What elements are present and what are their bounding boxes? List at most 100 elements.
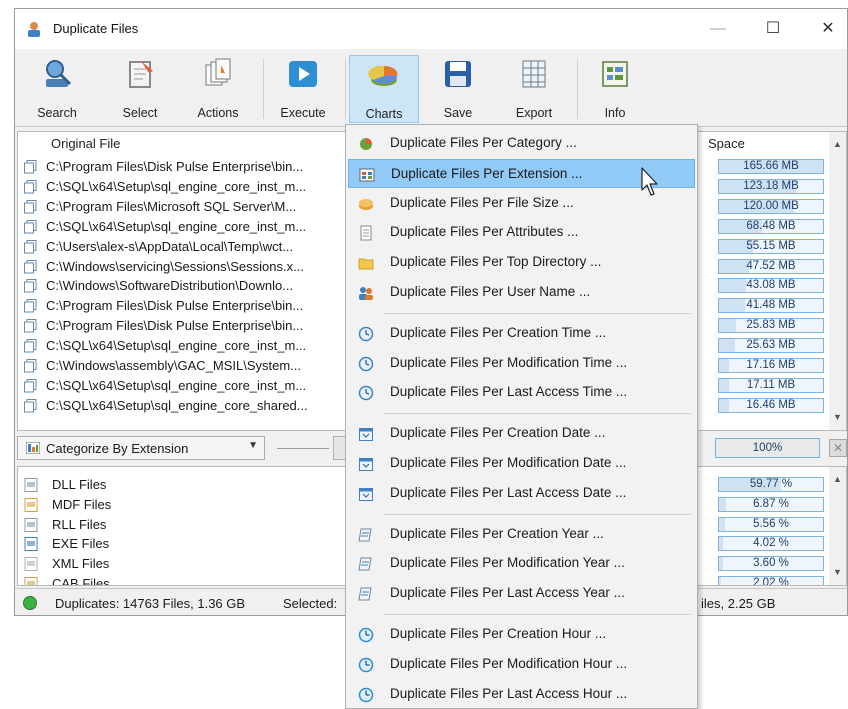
save-button[interactable]: Save [423,55,493,123]
category-name: CAB Files [52,576,110,586]
mouse-cursor-icon [641,167,658,196]
menu-item-chart-6[interactable]: Duplicate Files Per Creation Time ... [348,319,695,348]
categorize-icon [26,442,40,454]
splitter-line[interactable] [277,448,329,449]
menu-item-chart-3[interactable]: Duplicate Files Per Attributes ... [348,218,695,247]
menu-item-chart-4[interactable]: Duplicate Files Per Top Directory ... [348,248,695,277]
actions-icon [205,58,231,86]
table-row[interactable]: C:\Windows\servicing\Sessions\Sessions.x… [24,257,354,277]
menu-item-chart-14[interactable]: Duplicate Files Per Last Access Year ... [348,579,695,608]
mdf-icon [24,497,38,512]
file-path: C:\Users\alex-s\AppData\Local\Temp\wct..… [46,238,294,254]
table-row[interactable]: C:\Program Files\Microsoft SQL Server\M.… [24,197,354,217]
percent-bar: 4.02 % [718,536,824,552]
percent-bar: 6.87 % [718,496,824,512]
menu-item-chart-9[interactable]: Duplicate Files Per Creation Date ... [348,419,695,448]
categories-scrollbar[interactable]: ▲ ▼ [829,467,846,585]
column-space[interactable]: Space [708,132,745,156]
list-item[interactable]: MDF Files [24,495,324,515]
table-row[interactable]: C:\SQL\x64\Setup\sql_engine_core_inst_m.… [24,336,354,356]
menu-item-chart-17[interactable]: Duplicate Files Per Last Access Hour ... [348,680,695,708]
scroll-down-icon[interactable]: ▼ [829,409,846,426]
title-bar[interactable]: Duplicate Files — ☐ ✕ [15,9,847,49]
space-bar: 16.46 MB [718,397,824,413]
scroll-up-icon[interactable]: ▲ [829,471,846,488]
table-row[interactable]: C:\Program Files\Disk Pulse Enterprise\b… [24,296,354,316]
info-icon [602,61,628,87]
search-icon [46,60,72,87]
charts-icon [368,65,398,86]
users-icon [359,287,373,300]
close-icon[interactable]: ✕ [829,439,847,457]
execute-button[interactable]: Execute [267,55,339,123]
space-bar: 25.63 MB [718,338,824,354]
menu-item-chart-13[interactable]: Duplicate Files Per Modification Year ..… [348,549,695,578]
menu-item-chart-12[interactable]: Duplicate Files Per Creation Year ... [348,520,695,549]
space-bar: 47.52 MB [718,258,824,274]
table-row[interactable]: C:\SQL\x64\Setup\sql_engine_core_inst_m.… [24,177,354,197]
list-item[interactable]: EXE Files [24,534,324,554]
categorize-select[interactable]: Categorize By Extension ▼ [17,436,265,460]
minimize-button[interactable]: — [695,9,741,49]
calendar-icon [359,487,373,501]
column-original-file[interactable]: Original File [51,132,120,156]
menu-item-chart-16[interactable]: Duplicate Files Per Modification Hour ..… [348,650,695,679]
total-percent: 100% [752,442,783,454]
dll-icon [24,478,38,492]
menu-item-chart-0[interactable]: Duplicate Files Per Category ... [348,129,695,158]
duplicate-file-icon [24,259,37,273]
space-value: 68.48 MB [746,219,796,232]
menu-separator [384,312,691,314]
space-value: 17.16 MB [746,359,796,371]
list-item[interactable]: XML Files [24,554,324,574]
menu-item-chart-10[interactable]: Duplicate Files Per Modification Date ..… [348,449,695,478]
menu-item-chart-15[interactable]: Duplicate Files Per Creation Hour ... [348,620,695,649]
chevron-down-icon: ▼ [248,440,258,451]
category-name: EXE Files [52,536,110,552]
select-icon [129,61,153,88]
select-button[interactable]: Select [105,55,175,123]
table-row[interactable]: C:\SQL\x64\Setup\sql_engine_core_shared.… [24,396,354,416]
year-icon [358,557,372,571]
space-value: 165.66 MB [743,160,799,172]
menu-item-chart-11[interactable]: Duplicate Files Per Last Access Date ... [348,479,695,508]
execute-label: Execute [280,106,326,120]
files-scrollbar[interactable]: ▲ ▼ [829,132,846,430]
calendar-icon [359,428,373,442]
list-item[interactable]: DLL Files [24,475,324,495]
menu-item-chart-8[interactable]: Duplicate Files Per Last Access Time ... [348,378,695,407]
scroll-up-icon[interactable]: ▲ [829,136,846,153]
save-icon [445,61,471,87]
table-row[interactable]: C:\SQL\x64\Setup\sql_engine_core_inst_m.… [24,217,354,237]
charts-label: Charts [365,107,403,121]
menu-item-chart-7[interactable]: Duplicate Files Per Modification Time ..… [348,349,695,378]
actions-button[interactable]: Actions [183,55,253,123]
duplicate-file-icon [24,199,37,214]
info-label: Info [604,106,626,120]
table-row[interactable]: C:\Users\alex-s\AppData\Local\Temp\wct..… [24,237,354,257]
search-button[interactable]: Search [23,55,91,123]
menu-item-chart-5[interactable]: Duplicate Files Per User Name ... [348,278,695,307]
year-icon [358,587,372,601]
close-button[interactable]: ✕ [805,9,847,49]
table-row[interactable]: C:\Program Files\Disk Pulse Enterprise\b… [24,157,354,177]
table-row[interactable]: C:\Windows\assembly\GAC_MSIL\System... [24,356,354,376]
table-row[interactable]: C:\SQL\x64\Setup\sql_engine_core_inst_m.… [24,376,354,396]
category-percent: 2.02 % [753,577,789,586]
table-row[interactable]: C:\Windows\SoftwareDistribution\Downlo..… [24,276,354,296]
list-item[interactable]: CAB Files [24,574,324,586]
duplicate-file-icon [24,359,37,373]
toolbar-separator [345,59,346,119]
toolbar-separator [263,59,264,119]
charts-button[interactable]: Charts [349,55,419,123]
duplicate-file-icon [24,160,37,174]
extension-icon [359,168,375,182]
export-button[interactable]: Export [499,55,569,123]
scroll-down-icon[interactable]: ▼ [829,564,846,581]
info-button[interactable]: Info [581,55,649,123]
exe-icon [24,537,38,552]
table-row[interactable]: C:\Program Files\Disk Pulse Enterprise\b… [24,316,354,336]
search-label: Search [37,106,77,120]
list-item[interactable]: RLL Files [24,515,324,535]
maximize-button[interactable]: ☐ [750,9,796,49]
